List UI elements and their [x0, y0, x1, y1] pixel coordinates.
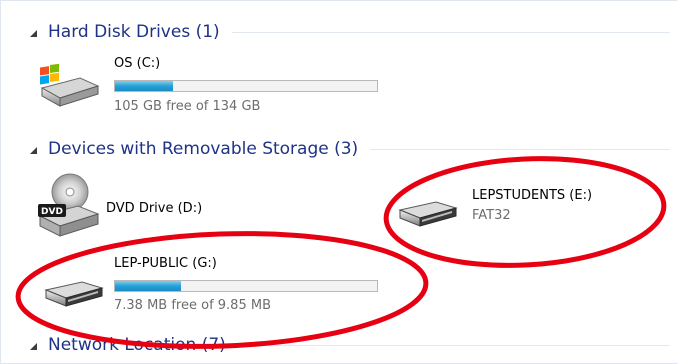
capacity-bar [114, 280, 378, 292]
collapse-triangle-icon[interactable] [30, 29, 37, 37]
drive-name: LEP-PUBLIC (G:) [114, 256, 217, 271]
group-divider [370, 148, 670, 150]
file-system-text: FAT32 [472, 208, 511, 223]
free-space-text: 105 GB free of 134 GB [114, 99, 261, 114]
drive-name: LEPSTUDENTS (E:) [472, 188, 593, 203]
group-divider [237, 344, 670, 346]
removable-drive-icon [396, 196, 460, 230]
group-header-removable-storage[interactable]: Devices with Removable Storage (3) [30, 137, 670, 161]
group-header-hard-disk-drives[interactable]: Hard Disk Drives (1) [30, 20, 670, 44]
group-label: Devices with Removable Storage (3) [48, 139, 359, 159]
group-label: Network Location (7) [48, 335, 226, 355]
collapse-triangle-icon[interactable] [30, 342, 37, 350]
removable-drive-icon [42, 276, 106, 310]
hard-drive-windows-icon [36, 64, 100, 110]
drive-item-lepstudents-e[interactable]: LEPSTUDENTS (E:) FAT32 [396, 180, 646, 240]
capacity-bar-fill [115, 81, 173, 91]
drive-item-dvd-d[interactable]: DVD DVD Drive (D:) [36, 172, 236, 242]
capacity-bar [114, 80, 378, 92]
free-space-text: 7.38 MB free of 9.85 MB [114, 298, 271, 313]
drive-item-lep-public-g[interactable]: LEP-PUBLIC (G:) 7.38 MB free of 9.85 MB [36, 252, 396, 322]
group-divider [231, 31, 670, 33]
drive-name: DVD Drive (D:) [106, 201, 203, 216]
capacity-bar-fill [115, 281, 181, 291]
drive-item-os-c[interactable]: OS (C:) 105 GB free of 134 GB [36, 52, 396, 122]
group-header-network-location[interactable]: Network Location (7) [30, 333, 670, 357]
dvd-icon-label: DVD [41, 207, 63, 217]
collapse-triangle-icon[interactable] [30, 146, 37, 154]
drive-name: OS (C:) [114, 56, 161, 71]
group-label: Hard Disk Drives (1) [48, 22, 220, 42]
dvd-drive-icon: DVD [36, 172, 100, 240]
